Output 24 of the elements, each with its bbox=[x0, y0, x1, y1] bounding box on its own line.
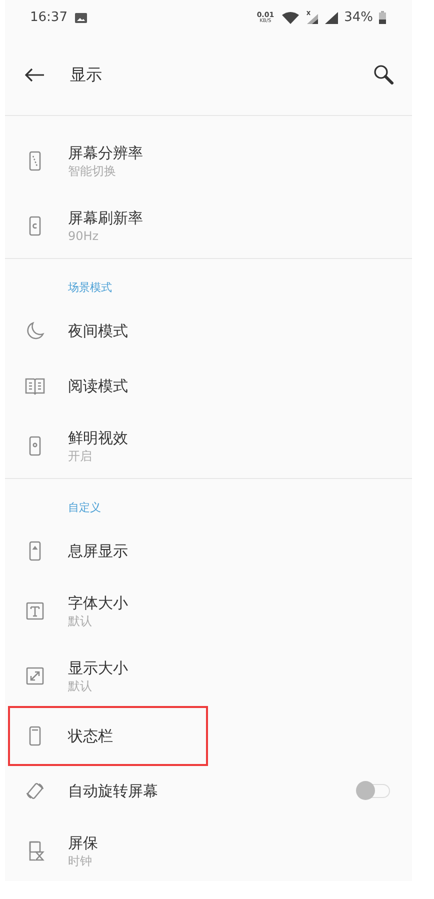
settings-item[interactable]: 屏幕分辨率 智能切换 bbox=[5, 128, 412, 193]
settings-item[interactable]: 屏幕刷新率 90Hz bbox=[5, 193, 412, 258]
settings-item[interactable]: 鲜明视效 开启 bbox=[5, 413, 412, 478]
settings-item[interactable]: 状态栏 bbox=[5, 708, 412, 763]
image-icon bbox=[75, 12, 88, 22]
wifi-icon bbox=[282, 12, 300, 24]
page-title: 显示 bbox=[70, 64, 102, 86]
settings-item[interactable]: 字体大小 默认 bbox=[5, 578, 412, 643]
section-header: 自定义 bbox=[68, 500, 101, 515]
settings-item[interactable]: 阅读模式 bbox=[5, 358, 412, 413]
back-icon[interactable] bbox=[25, 68, 45, 82]
settings-item[interactable]: 自动旋转屏幕 bbox=[5, 763, 412, 818]
settings-item[interactable]: 夜间模式 bbox=[5, 303, 412, 358]
signal-icon bbox=[305, 11, 320, 24]
status-time: 16:37 bbox=[30, 10, 68, 25]
section-header: 场景模式 bbox=[68, 280, 112, 295]
toggle-switch[interactable] bbox=[358, 784, 390, 798]
signal-icon bbox=[325, 12, 338, 24]
battery-icon bbox=[379, 11, 386, 24]
settings-item[interactable]: 显示大小 默认 bbox=[5, 643, 412, 708]
search-icon[interactable] bbox=[373, 64, 395, 86]
settings-item[interactable]: 屏保 时钟 bbox=[5, 818, 412, 881]
battery-percent: 34% bbox=[344, 10, 373, 25]
settings-item[interactable]: 息屏显示 bbox=[5, 523, 412, 578]
